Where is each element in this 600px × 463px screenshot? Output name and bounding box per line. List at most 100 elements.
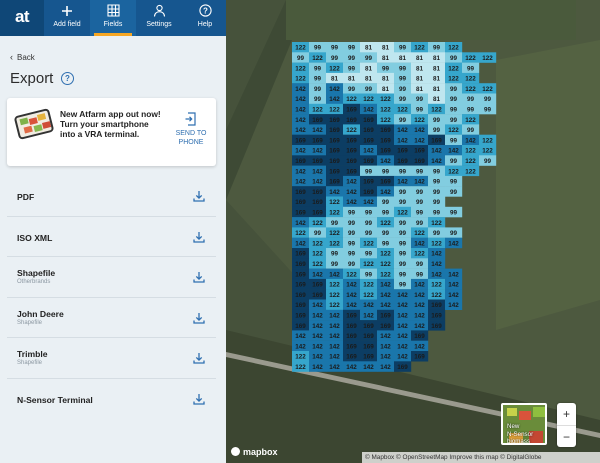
send-to-phone-button[interactable]: SEND TO PHONE	[175, 112, 207, 147]
zone-value-label: 142	[431, 158, 442, 165]
grid-icon	[90, 0, 136, 18]
plus-icon	[44, 0, 90, 18]
zone-value-label: 169	[380, 313, 391, 320]
export-row-trimble[interactable]: Trimble Shapefile	[7, 338, 216, 379]
zone-value-label: 81	[348, 76, 356, 83]
zone-value-label: 142	[363, 364, 374, 371]
download-icon[interactable]	[193, 231, 205, 243]
zone-value-label: 122	[380, 96, 391, 103]
zone-value-label: 169	[312, 158, 323, 165]
zone-value-label: 142	[397, 137, 408, 144]
nav-settings[interactable]: Settings	[136, 0, 182, 36]
zone-value-label: 142	[397, 354, 408, 361]
zone-value-label: 122	[363, 96, 374, 103]
zone-value-label: 99	[416, 271, 424, 278]
nav-fields[interactable]: Fields	[90, 0, 136, 36]
zone-value-label: 122	[482, 86, 493, 93]
zone-value-label: 169	[312, 199, 323, 206]
zone-value-label: 169	[312, 210, 323, 217]
zone-value-label: 122	[431, 107, 442, 114]
zone-value-label: 99	[399, 240, 407, 247]
satellite-map[interactable]: 122 99 99 99 81 81 99 122 99 122 99 122 99 99 99 81 81 81…	[226, 0, 600, 463]
back-link[interactable]: ‹ Back	[10, 52, 35, 62]
zone-value-label: 169	[431, 313, 442, 320]
zone-value-label: 122	[312, 261, 323, 268]
page-title: Export	[10, 70, 54, 87]
zone-value-label: 122	[431, 292, 442, 299]
zone-value-label: 169	[295, 210, 306, 217]
download-icon[interactable]	[193, 190, 205, 202]
zone-value-label: 142	[363, 148, 374, 155]
zone-value-label: 122	[380, 271, 391, 278]
download-icon[interactable]	[193, 352, 205, 364]
zone-value-label: 81	[365, 76, 373, 83]
zone-value-label: 142	[312, 313, 323, 320]
zone-value-label: 99	[433, 189, 441, 196]
layer-thumbnail-button[interactable]: New N-Sensor biomass	[501, 403, 547, 445]
zone-value-label: 99	[365, 168, 373, 175]
export-row-iso-xml[interactable]: ISO XML	[7, 217, 216, 257]
zone-value-label: 122	[465, 148, 476, 155]
zone-value-label: 142	[312, 127, 323, 134]
export-row-n-sensor-terminal[interactable]: N-Sensor Terminal	[7, 379, 216, 420]
zone-value-label: 169	[295, 261, 306, 268]
zone-value-label: 81	[416, 86, 424, 93]
export-row-shapefile[interactable]: Shapefile Otherbrands	[7, 257, 216, 298]
atfarm-logo[interactable]: at	[0, 0, 44, 36]
zone-value-label: 169	[295, 189, 306, 196]
zone-value-label: 142	[414, 323, 425, 330]
mapbox-logo[interactable]: mapbox	[231, 447, 278, 457]
download-icon[interactable]	[193, 312, 205, 324]
zone-value-label: 99	[331, 261, 339, 268]
zone-value-label: 142	[414, 240, 425, 247]
zone-value-label: 169	[329, 127, 340, 134]
zoom-in-button[interactable]: +	[557, 403, 576, 425]
download-icon[interactable]	[193, 271, 205, 283]
zone-value-label: 122	[363, 292, 374, 299]
phone-illustration	[13, 108, 55, 140]
zone-value-label: 169	[414, 148, 425, 155]
zone-value-label: 122	[414, 45, 425, 52]
zone-value-label: 99	[382, 210, 390, 217]
zone-value-label: 99	[314, 230, 322, 237]
zone-value-label: 169	[397, 364, 408, 371]
back-label: Back	[17, 53, 35, 62]
zone-value-label: 122	[329, 282, 340, 289]
zone-value-label: 99	[382, 240, 390, 247]
zone-value-label: 122	[380, 220, 391, 227]
zone-value-label: 169	[414, 333, 425, 340]
zone-value-label: 122	[295, 76, 306, 83]
zone-value-label: 169	[346, 137, 357, 144]
download-icon[interactable]	[193, 393, 205, 405]
zone-value-label: 142	[312, 333, 323, 340]
zone-value-label: 142	[295, 179, 306, 186]
zone-value-label: 142	[431, 148, 442, 155]
zone-value-label: 99	[348, 55, 356, 62]
export-name: Shapefile	[17, 268, 56, 278]
nav-add-field[interactable]: Add field	[44, 0, 90, 36]
zone-value-label: 99	[416, 199, 424, 206]
zone-value-label: 122	[329, 199, 340, 206]
zone-value-label: 169	[329, 148, 340, 155]
zone-value-label: 142	[380, 158, 391, 165]
zone-value-label: 99	[399, 45, 407, 52]
zoom-out-button[interactable]: −	[557, 425, 576, 447]
nav-help[interactable]: ? Help	[182, 0, 228, 36]
zone-value-label: 169	[397, 148, 408, 155]
zone-value-label: 99	[416, 261, 424, 268]
left-panel: at Add field Fields Settings ? Help ‹ Ba…	[0, 0, 226, 463]
map-attribution[interactable]: © Mapbox © OpenStreetMap Improve this ma…	[362, 452, 600, 463]
zone-value-label: 99	[331, 45, 339, 52]
export-row-john-deere[interactable]: John Deere Shapefile	[7, 298, 216, 338]
export-name: John Deere	[17, 308, 64, 319]
zone-value-label: 99	[399, 251, 407, 258]
export-name: PDF	[17, 192, 35, 202]
export-row-pdf[interactable]: PDF	[7, 176, 216, 217]
top-navigation-bar: at Add field Fields Settings ? Help	[0, 0, 226, 36]
zone-value-label: 169	[295, 271, 306, 278]
zone-value-label: 99	[297, 55, 305, 62]
zone-value-label: 99	[399, 271, 407, 278]
zone-value-label: 169	[380, 323, 391, 330]
help-icon[interactable]: ?	[61, 72, 74, 85]
zone-value-label: 169	[312, 282, 323, 289]
